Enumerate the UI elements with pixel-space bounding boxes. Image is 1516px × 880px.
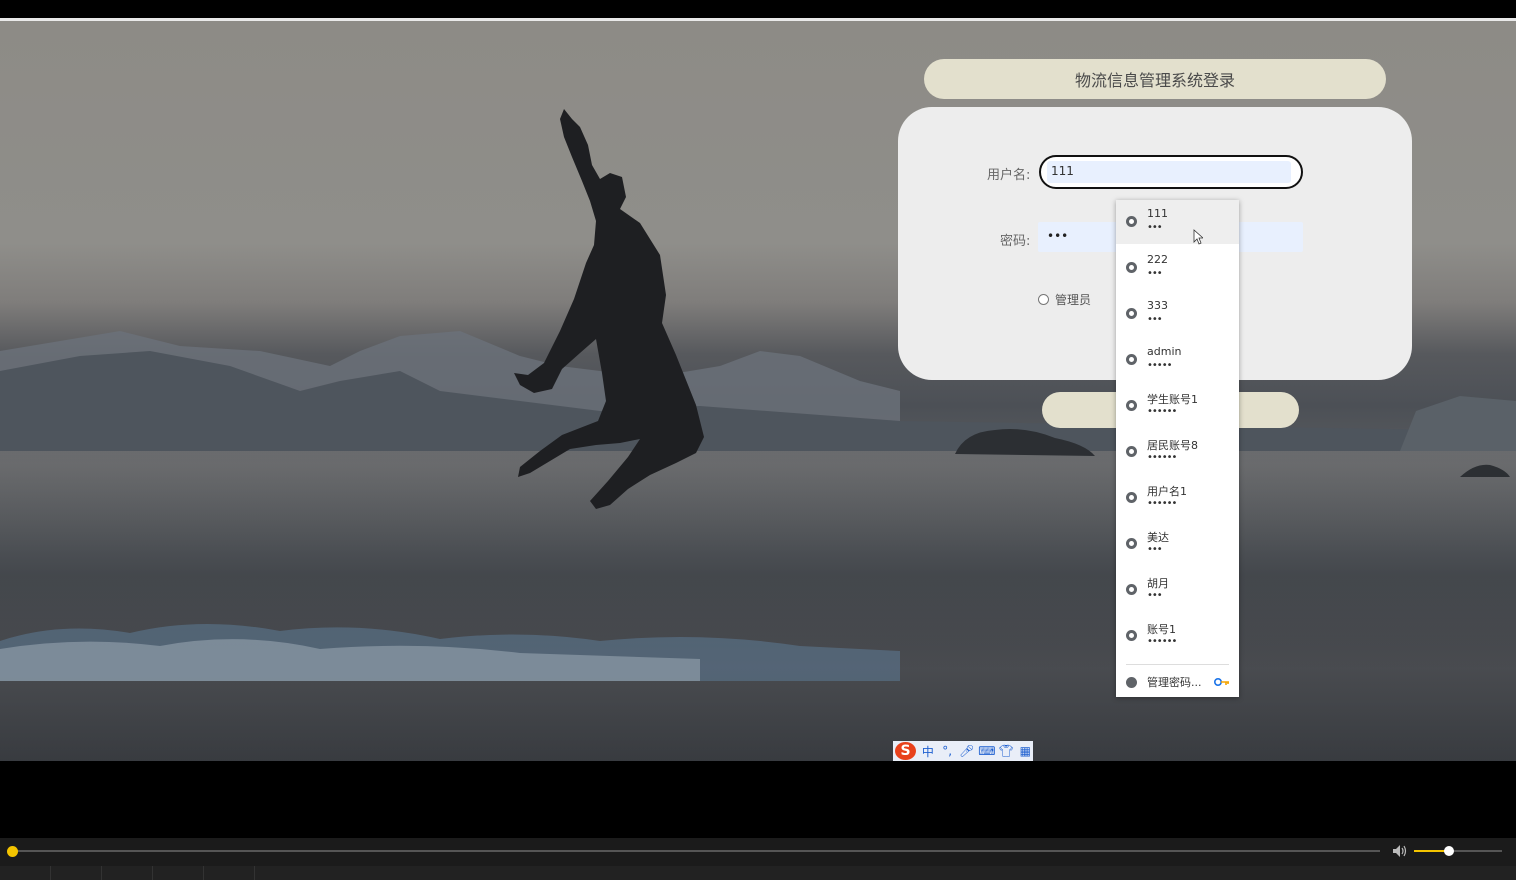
radio-circle-icon[interactable] [1038, 294, 1049, 305]
role-radio-label: 管理员 [1055, 293, 1092, 307]
globe-icon [1126, 630, 1137, 641]
dropdown-divider [1126, 664, 1229, 665]
keyboard-icon[interactable]: ⌨ [978, 744, 995, 758]
username-value[interactable]: 111 [1047, 161, 1291, 183]
taskbar-slot[interactable] [204, 866, 255, 880]
autofill-item[interactable]: 居民账号8 •••••• [1116, 430, 1239, 474]
autofill-item[interactable]: 222 ••• [1116, 246, 1239, 290]
autofill-password: ••• [1147, 222, 1163, 233]
autofill-username: 账号1 [1147, 623, 1176, 636]
autofill-password: ••• [1147, 590, 1163, 601]
autofill-item[interactable]: 美达 ••• [1116, 522, 1239, 566]
globe-icon [1126, 492, 1137, 503]
settings-icon [1126, 677, 1137, 688]
ime-toolbar[interactable]: S 中 °, 🎤︎ ⌨ 👕︎ ▦ [893, 741, 1033, 761]
sogou-logo-icon[interactable]: S [895, 742, 917, 760]
autofill-password: ••• [1147, 314, 1163, 325]
globe-icon [1126, 400, 1137, 411]
password-label: 密码: [1000, 234, 1031, 249]
autofill-password: ••••• [1147, 360, 1172, 371]
autofill-item[interactable]: 学生账号1 •••••• [1116, 384, 1239, 428]
autofill-username: 居民账号8 [1147, 439, 1198, 452]
username-input[interactable]: 111 [1039, 155, 1303, 189]
skin-shirt-icon[interactable]: 👕︎ [998, 744, 1013, 758]
globe-icon [1126, 216, 1137, 227]
taskbar-slot[interactable] [102, 866, 153, 880]
autofill-password: •••••• [1147, 452, 1177, 463]
microphone-icon[interactable]: 🎤︎ [959, 744, 974, 758]
autofill-password: •••••• [1147, 498, 1177, 509]
autofill-item[interactable]: 111 ••• [1116, 200, 1239, 244]
autofill-password: •••••• [1147, 636, 1177, 647]
taskbar-strip [0, 866, 1516, 880]
ime-punctuation-toggle[interactable]: °, [940, 744, 955, 758]
globe-icon [1126, 446, 1137, 457]
taskbar-slot[interactable] [0, 866, 51, 880]
username-label: 用户名: [987, 168, 1031, 183]
seek-handle[interactable] [7, 846, 18, 857]
globe-icon [1126, 308, 1137, 319]
globe-icon [1126, 538, 1137, 549]
manage-passwords-item[interactable]: 管理密码... [1116, 668, 1239, 696]
sea-surface [0, 451, 1516, 761]
jumping-person-silhouette [514, 109, 704, 509]
autofill-item[interactable]: 333 ••• [1116, 292, 1239, 336]
login-title: 物流信息管理系统登录 [924, 59, 1386, 99]
globe-icon [1126, 584, 1137, 595]
screen: 物流信息管理系统登录 用户名: 111 密码: ••• 管理员 111 ••• … [0, 0, 1516, 880]
globe-icon [1126, 262, 1137, 273]
volume-icon[interactable] [1392, 844, 1408, 858]
autofill-username: 222 [1147, 253, 1168, 266]
autofill-username: 用户名1 [1147, 485, 1187, 498]
autofill-username: 学生账号1 [1147, 393, 1198, 406]
autofill-username: 333 [1147, 299, 1168, 312]
breaking-wave [0, 623, 900, 681]
autofill-username: admin [1147, 345, 1182, 358]
taskbar-slot[interactable] [51, 866, 102, 880]
volume-slider[interactable] [1414, 850, 1502, 852]
autofill-item[interactable]: admin ••••• [1116, 338, 1239, 382]
toolbox-grid-icon[interactable]: ▦ [1018, 744, 1033, 758]
key-icon [1214, 678, 1229, 686]
ime-mode-toggle[interactable]: 中 [920, 743, 935, 760]
autofill-item[interactable]: 账号1 •••••• [1116, 614, 1239, 658]
volume-handle[interactable] [1444, 846, 1455, 856]
manage-passwords-label: 管理密码... [1147, 676, 1202, 689]
autofill-password: •••••• [1147, 406, 1177, 417]
taskbar-slot[interactable] [153, 866, 204, 880]
role-radio-admin[interactable]: 管理员 [1038, 291, 1091, 308]
autofill-password: ••• [1147, 268, 1163, 279]
autofill-item[interactable]: 胡月 ••• [1116, 568, 1239, 612]
password-autofill-dropdown: 111 ••• 222 ••• 333 ••• admin ••••• 学生账号… [1116, 200, 1239, 697]
mouse-cursor-icon [1193, 229, 1203, 245]
autofill-username: 胡月 [1147, 577, 1169, 590]
autofill-password: ••• [1147, 544, 1163, 555]
seek-bar[interactable] [14, 850, 1380, 852]
globe-icon [1126, 354, 1137, 365]
autofill-username: 111 [1147, 207, 1168, 220]
rock [1460, 464, 1510, 477]
rock [955, 429, 1095, 456]
autofill-item[interactable]: 用户名1 •••••• [1116, 476, 1239, 520]
autofill-username: 美达 [1147, 531, 1169, 544]
